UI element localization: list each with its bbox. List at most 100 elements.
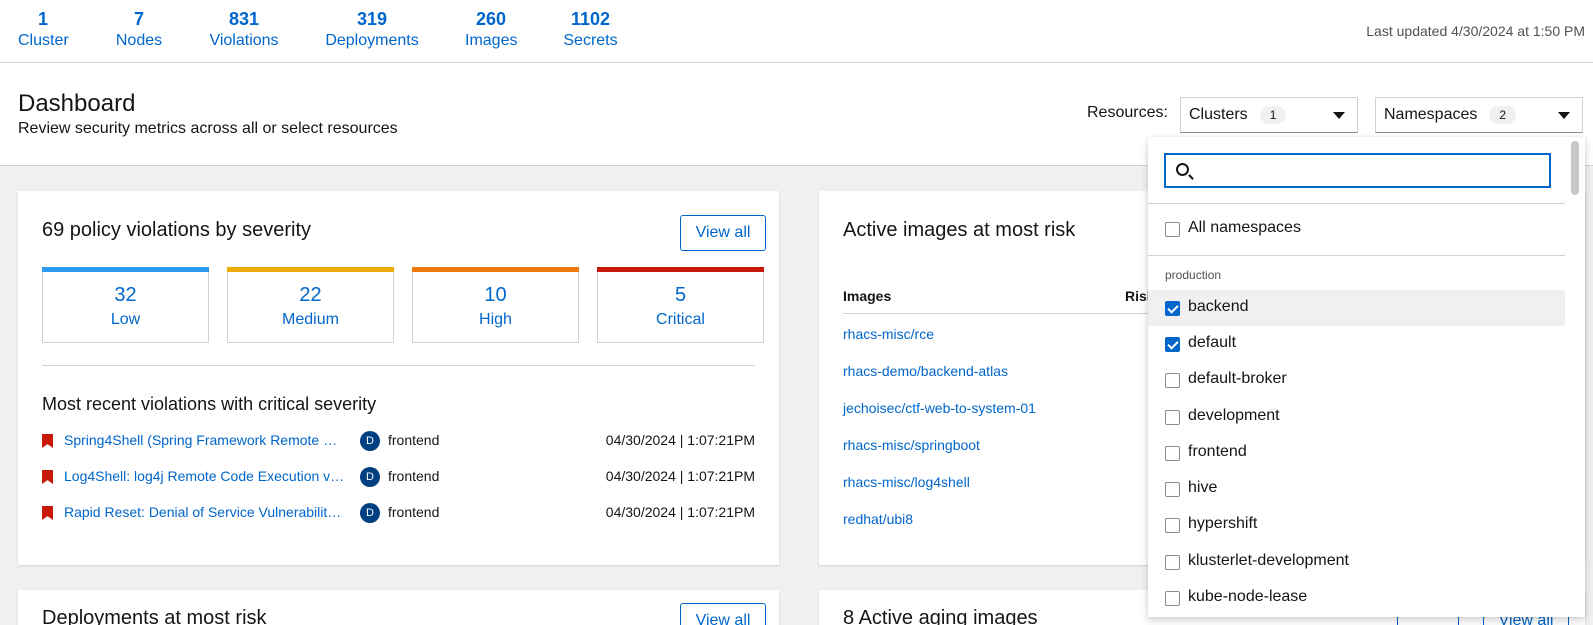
clusters-count-badge: 1: [1259, 106, 1287, 124]
summary-secrets-count: 1102: [570, 9, 611, 29]
violation-namespace: frontend: [388, 468, 440, 484]
option-namespace[interactable]: default-broker: [1148, 362, 1565, 398]
violation-row: Log4Shell: log4j Remote Code Execution v…: [42, 465, 755, 489]
summary-nodes-link[interactable]: 7 Nodes: [114, 8, 164, 52]
card-divider: [42, 365, 755, 366]
option-label: frontend: [1188, 443, 1247, 460]
resources-label: Resources:: [1087, 104, 1168, 121]
caret-down-icon: [1333, 112, 1345, 119]
violation-time: 04/30/2024 | 1:07:21PM: [605, 468, 755, 484]
severity-low-label: Low: [110, 311, 141, 328]
violation-namespace: frontend: [388, 504, 440, 520]
option-namespace[interactable]: hypershift: [1148, 507, 1565, 543]
violations-card: 69 policy violations by severity View al…: [18, 191, 779, 565]
violation-policy-link[interactable]: Rapid Reset: Denial of Service Vulnerabi…: [64, 504, 346, 520]
summary-violations-link[interactable]: 831 Violations: [209, 8, 279, 52]
violation-policy-link[interactable]: Spring4Shell (Spring Framework Remote Co…: [64, 432, 346, 448]
summary-deployments-link[interactable]: 319 Deployments: [325, 8, 419, 52]
namespaces-dropdown-menu: All namespaces production backend defaul…: [1148, 137, 1585, 617]
summary-deployments-count: 319: [356, 9, 388, 29]
clusters-select[interactable]: Clusters 1: [1180, 97, 1358, 133]
critical-flag-icon: [42, 434, 53, 448]
summary-images-count: 260: [475, 9, 507, 29]
deployments-at-risk-card: Deployments at most risk View all: [18, 590, 779, 625]
caret-down-icon: [1558, 112, 1570, 119]
violation-namespace: frontend: [388, 432, 440, 448]
namespace-checkbox[interactable]: [1165, 337, 1180, 352]
option-namespace[interactable]: development: [1148, 399, 1565, 435]
option-label: All namespaces: [1188, 219, 1301, 236]
critical-flag-icon: [42, 470, 53, 484]
violation-policy-link[interactable]: Log4Shell: log4j Remote Code Execution v…: [64, 468, 346, 484]
option-label: default-broker: [1188, 370, 1287, 387]
namespaces-select[interactable]: Namespaces 2: [1375, 97, 1583, 133]
option-namespace[interactable]: frontend: [1148, 435, 1565, 471]
namespace-checkbox[interactable]: [1165, 301, 1180, 316]
table-header-divider: [843, 313, 1165, 314]
image-link[interactable]: rhacs-misc/log4shell: [843, 474, 970, 490]
namespace-checkbox[interactable]: [1165, 591, 1180, 606]
view-all-deployments-button[interactable]: View all: [680, 603, 766, 625]
severity-high-count: 10: [484, 284, 507, 306]
deployments-card-title: Deployments at most risk: [42, 607, 267, 625]
image-link[interactable]: rhacs-misc/rce: [843, 326, 934, 342]
menu-scrollbar[interactable]: [1565, 137, 1585, 617]
last-updated-text: Last updated 4/30/2024 at 1:50 PM: [1366, 23, 1585, 39]
severity-low-box[interactable]: 32 Low: [42, 267, 209, 343]
violations-card-title: 69 policy violations by severity: [42, 219, 312, 241]
page-title: Dashboard: [18, 90, 136, 117]
severity-medium-label: Medium: [282, 311, 339, 328]
option-all-namespaces[interactable]: All namespaces: [1148, 211, 1565, 247]
namespace-search-field[interactable]: [1164, 153, 1551, 188]
option-namespace[interactable]: kube-node-lease: [1148, 580, 1565, 616]
severity-low-count: 32: [114, 284, 137, 306]
image-link[interactable]: jechoisec/ctf-web-to-system-01: [843, 400, 1036, 416]
violation-time: 04/30/2024 | 1:07:21PM: [605, 504, 755, 520]
menu-divider: [1148, 203, 1565, 204]
severity-medium-box[interactable]: 22 Medium: [227, 267, 394, 343]
all-namespaces-checkbox[interactable]: [1165, 222, 1180, 237]
severity-critical-count: 5: [674, 284, 687, 306]
option-label: hive: [1188, 479, 1218, 496]
option-label: backend: [1188, 298, 1249, 315]
violation-row: Spring4Shell (Spring Framework Remote Co…: [42, 429, 755, 453]
violation-row: Rapid Reset: Denial of Service Vulnerabi…: [42, 501, 755, 525]
option-namespace[interactable]: backend: [1148, 290, 1565, 326]
summary-bar: 1 Cluster 7 Nodes 831 Violations 319 Dep…: [0, 0, 1593, 63]
option-label: hypershift: [1188, 515, 1258, 532]
namespace-checkbox[interactable]: [1165, 373, 1180, 388]
summary-secrets-label: Secrets: [563, 32, 618, 49]
namespace-search-input[interactable]: [1202, 159, 1542, 183]
recent-violations-title: Most recent violations with critical sev…: [42, 394, 377, 414]
option-namespace[interactable]: hive: [1148, 471, 1565, 507]
image-link[interactable]: redhat/ubi8: [843, 511, 913, 527]
namespace-checkbox[interactable]: [1165, 410, 1180, 425]
images-card-title: Active images at most risk: [843, 219, 1076, 241]
summary-cluster-count: 1: [37, 9, 48, 29]
violation-time: 04/30/2024 | 1:07:21PM: [605, 432, 755, 448]
summary-nodes-count: 7: [133, 9, 144, 29]
clusters-select-label: Clusters: [1189, 106, 1248, 123]
severity-critical-box[interactable]: 5 Critical: [597, 267, 764, 343]
deployment-avatar: D: [360, 431, 380, 451]
option-label: kube-node-lease: [1188, 588, 1308, 605]
summary-images-link[interactable]: 260 Images: [465, 8, 517, 52]
group-label-production: production: [1165, 268, 1222, 282]
summary-secrets-link[interactable]: 1102 Secrets: [563, 8, 618, 52]
option-namespace[interactable]: default: [1148, 326, 1565, 362]
namespace-checkbox[interactable]: [1165, 482, 1180, 497]
image-link[interactable]: rhacs-demo/backend-atlas: [843, 363, 1008, 379]
view-all-violations-button[interactable]: View all: [680, 215, 766, 251]
severity-high-box[interactable]: 10 High: [412, 267, 579, 343]
image-link[interactable]: rhacs-misc/springboot: [843, 437, 980, 453]
namespace-checkbox[interactable]: [1165, 446, 1180, 461]
summary-deployments-label: Deployments: [325, 32, 419, 49]
scrollbar-thumb[interactable]: [1571, 141, 1579, 195]
namespace-checkbox[interactable]: [1165, 518, 1180, 533]
search-icon: [1176, 163, 1189, 176]
namespace-checkbox[interactable]: [1165, 555, 1180, 570]
option-namespace[interactable]: klusterlet-development: [1148, 544, 1565, 580]
page-subtitle: Review security metrics across all or se…: [18, 120, 398, 137]
summary-cluster-link[interactable]: 1 Cluster: [18, 8, 69, 52]
severity-critical-bar: [597, 267, 764, 272]
